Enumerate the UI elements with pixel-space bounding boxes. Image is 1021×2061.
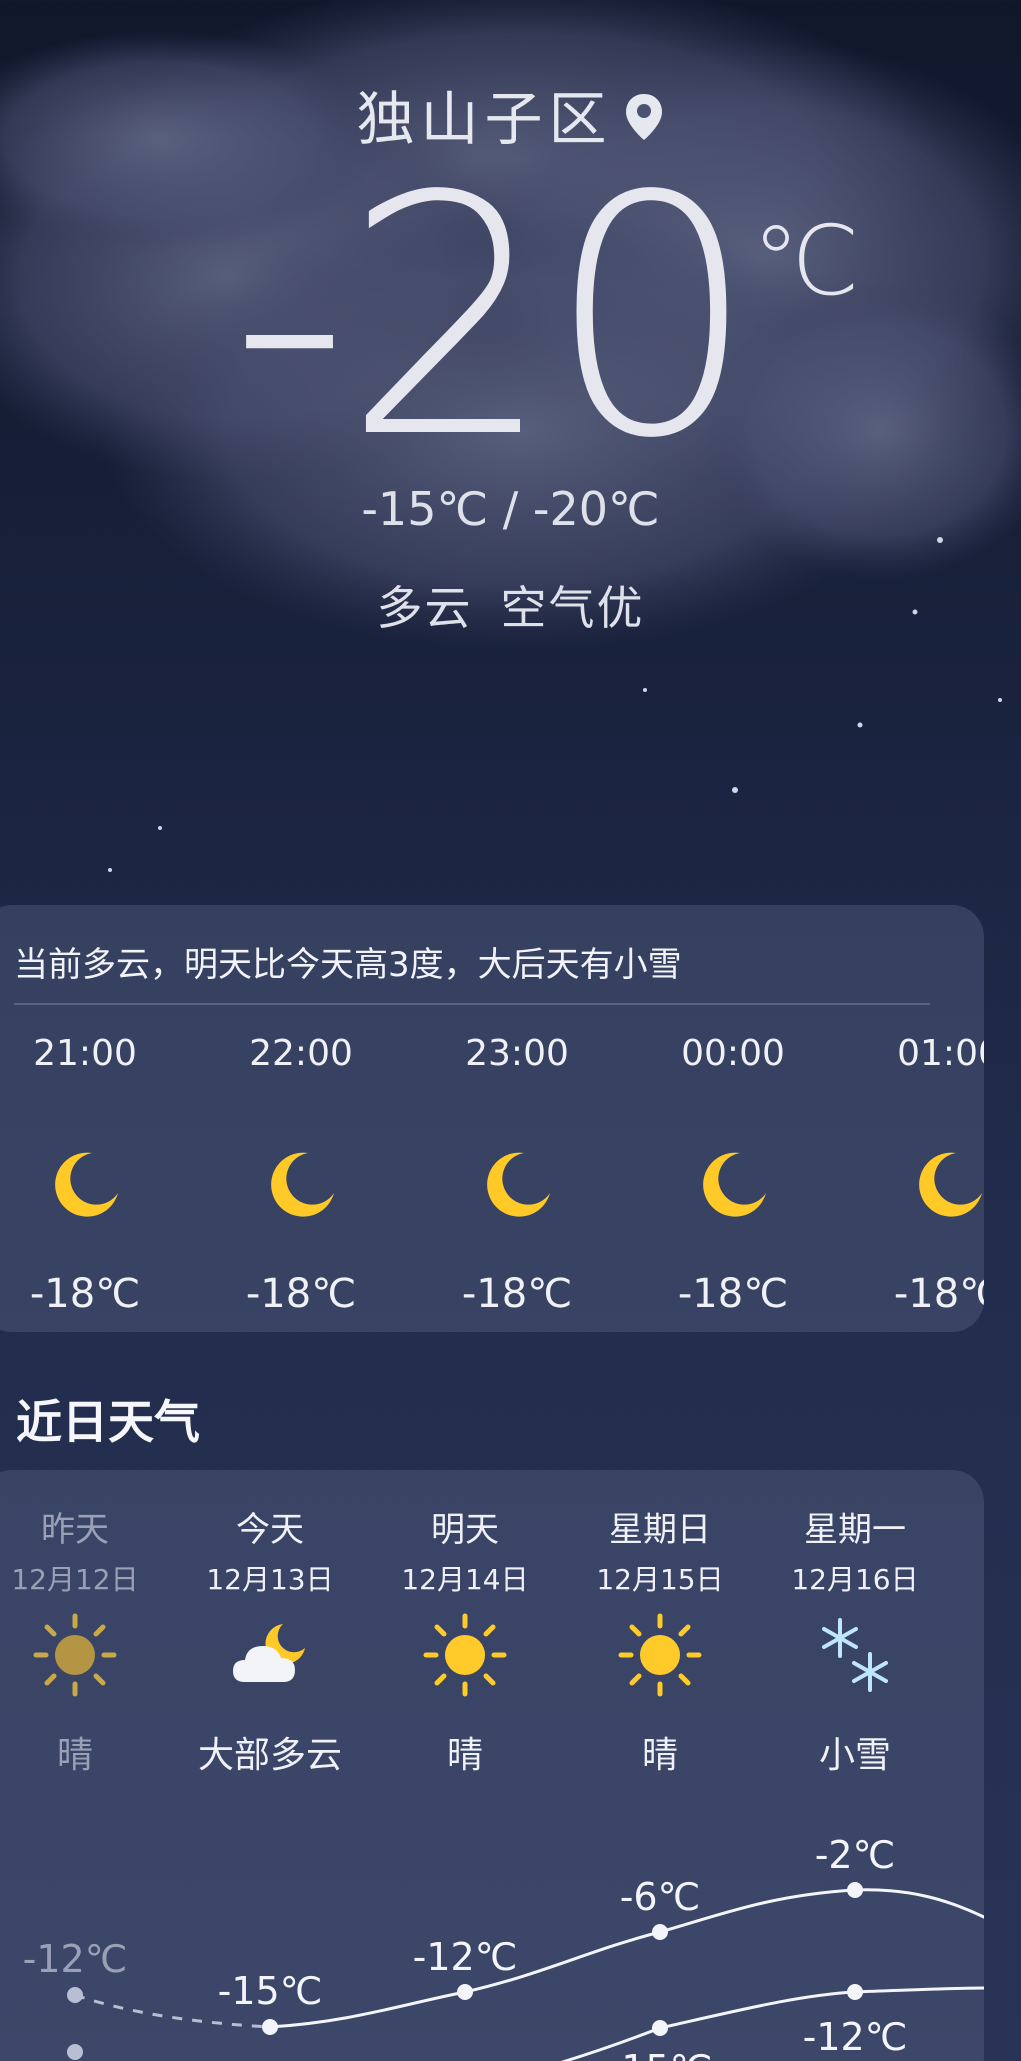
temperature-range: -15℃ / -20℃ — [361, 482, 660, 536]
hour-item[interactable]: 23:00 -18℃ — [432, 1033, 602, 1317]
temperature-unit: ℃ — [752, 205, 860, 317]
moon-icon — [55, 1152, 118, 1217]
hour-time: 00:00 — [681, 1033, 785, 1074]
high-point — [457, 1984, 473, 2000]
low-label: -12℃ — [803, 2015, 908, 2059]
moon-icon — [919, 1152, 982, 1217]
temperature-curve-chart: -12℃ -15℃ -12℃ -6℃ -2℃ -15℃ -12℃ — [23, 1833, 984, 2061]
condition-line[interactable]: 多云 空气优 — [0, 572, 1021, 638]
daily-forecast-card[interactable]: 昨天 12月12日 晴 今天 12月13日 大部多云 明天 12月14日 晴 星… — [0, 1470, 984, 2061]
hour-item[interactable]: 21:00 -18℃ — [0, 1033, 170, 1317]
condition-text: 多云 — [376, 581, 473, 635]
high-label: -12℃ — [413, 1935, 518, 1979]
current-temperature: -20 — [230, 126, 757, 510]
hour-temp: -18℃ — [893, 1271, 984, 1317]
air-quality-text: 空气优 — [500, 581, 645, 635]
hour-temp: -18℃ — [29, 1271, 141, 1317]
hour-item[interactable]: 01:00 -18℃ — [864, 1033, 984, 1317]
high-label: -15℃ — [218, 1969, 323, 2013]
forecast-summary: 当前多云，明天比今天高3度，大后天有小雪 — [14, 945, 682, 985]
high-label: -6℃ — [620, 1875, 701, 1919]
hourly-forecast-card[interactable]: 当前多云，明天比今天高3度，大后天有小雪 21:00 -18℃ 22:00 -1… — [0, 905, 984, 1332]
hour-time: 22:00 — [249, 1033, 353, 1074]
hour-item[interactable]: 00:00 -18℃ — [648, 1033, 818, 1317]
high-point — [847, 1882, 863, 1898]
high-label: -2℃ — [815, 1833, 896, 1877]
divider — [14, 1003, 930, 1005]
high-point — [67, 1987, 83, 2003]
section-title-daily: 近日天气 — [16, 1395, 200, 1449]
low-point — [652, 2020, 668, 2036]
hour-temp: -18℃ — [245, 1271, 357, 1317]
hour-time: 21:00 — [33, 1033, 137, 1074]
low-point — [847, 1984, 863, 2000]
low-label: -15℃ — [608, 2047, 713, 2061]
hour-temp: -18℃ — [461, 1271, 573, 1317]
hour-time: 01:00 — [897, 1033, 984, 1074]
hour-item[interactable]: 22:00 -18℃ — [216, 1033, 386, 1317]
high-point — [262, 2019, 278, 2035]
moon-icon — [271, 1152, 334, 1217]
hour-temp: -18℃ — [677, 1271, 789, 1317]
high-point — [652, 1924, 668, 1940]
hour-time: 23:00 — [465, 1033, 569, 1074]
current-weather-header: 独山子区 -20 ℃ -15℃ / -20℃ 多云 空气优 — [0, 0, 1021, 880]
moon-icon — [703, 1152, 766, 1217]
moon-icon — [487, 1152, 550, 1217]
low-point — [67, 2044, 83, 2060]
high-label: -12℃ — [23, 1937, 128, 1981]
